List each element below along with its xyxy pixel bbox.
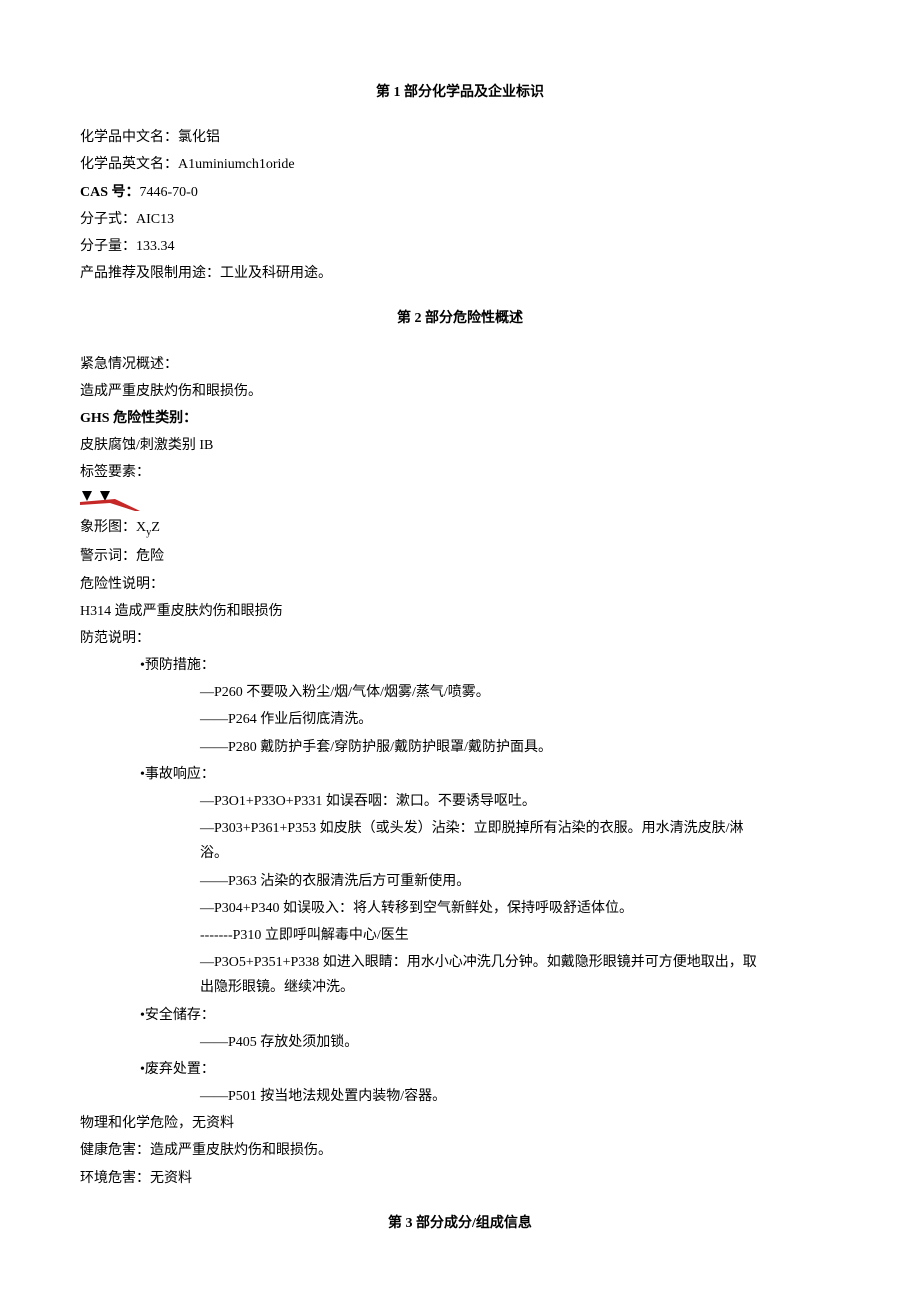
mw-value: 133.34 [136,239,175,254]
response-item: —P304+P340 如误吸入：将人转移到空气新鲜处，保持呼吸舒适体位。 [80,896,840,921]
env-label: 环境危害： [80,1171,150,1186]
prevention-item: ——P264 作业后彻底清洗。 [80,707,840,732]
use-label: 产品推荐及限制用途： [80,266,220,281]
ghs-label: GHS 危险性类别： [80,406,840,431]
response-item: —P3O5+P351+P338 如进入眼睛：用水小心冲洗几分钟。如戴隐形眼镜并可… [80,950,840,1000]
cas-line: CAS 号：7446-70-0 [80,180,840,205]
formula-label: 分子式： [80,212,136,227]
cas-label: CAS 号： [80,185,140,200]
ghs-text: 皮肤腐蚀/刺激类别 IB [80,433,840,458]
emergency-label: 紧急情况概述： [80,352,840,377]
prevention-item: ——P280 戴防护手套/穿防护服/戴防护眼罩/戴防护面具。 [80,735,840,760]
name-cn-line: 化学品中文名：氯化铝 [80,125,840,150]
precaution-label: 防范说明： [80,626,840,651]
section2-title: 第 2 部分危险性概述 [80,306,840,331]
section3-title: 第 3 部分成分/组成信息 [80,1211,840,1236]
health-value: 造成严重皮肤灼伤和眼损伤。 [150,1143,332,1158]
mw-label: 分子量： [80,239,136,254]
response-label: •事故响应： [80,762,840,787]
health-line: 健康危害：造成严重皮肤灼伤和眼损伤。 [80,1138,840,1163]
use-value: 工业及科研用途。 [220,266,332,281]
section1-title: 第 1 部分化学品及企业标识 [80,80,840,105]
phys-chem-label: 物理和化学危险， [80,1116,192,1131]
name-cn-label: 化学品中文名： [80,130,178,145]
pictogram-label: 象形图： [80,520,136,535]
storage-item: ——P405 存放处须加锁。 [80,1030,840,1055]
mw-line: 分子量：133.34 [80,234,840,259]
prevention-item: —P260 不要吸入粉尘/烟/气体/烟雾/蒸气/喷雾。 [80,680,840,705]
pictogram-value: XyZ [136,520,160,535]
health-label: 健康危害： [80,1143,150,1158]
formula-value: AIC13 [136,212,174,227]
phys-chem-line: 物理和化学危险，无资料 [80,1111,840,1136]
label-elements-label: 标签要素： [80,460,840,485]
name-en-value: A1uminiumch1oride [178,157,295,172]
name-en-label: 化学品英文名： [80,157,178,172]
prevention-label: •预防措施： [80,653,840,678]
name-cn-value: 氯化铝 [178,130,220,145]
ghs-pictogram-image [80,487,840,512]
corrosion-icon [80,489,140,511]
formula-line: 分子式：AIC13 [80,207,840,232]
name-en-line: 化学品英文名：A1uminiumch1oride [80,152,840,177]
hazard-statement-text: H314 造成严重皮肤灼伤和眼损伤 [80,599,840,624]
emergency-text: 造成严重皮肤灼伤和眼损伤。 [80,379,840,404]
pictogram-line: 象形图：XyZ [80,515,840,543]
disposal-label: •废弃处置： [80,1057,840,1082]
use-line: 产品推荐及限制用途：工业及科研用途。 [80,261,840,286]
env-line: 环境危害：无资料 [80,1166,840,1191]
signal-label: 警示词： [80,549,136,564]
signal-line: 警示词：危险 [80,544,840,569]
hazard-statement-label: 危险性说明： [80,572,840,597]
response-item: —P3O1+P33O+P331 如误吞咽：漱口。不要诱导呕吐。 [80,789,840,814]
disposal-item: ——P501 按当地法规处置内装物/容器。 [80,1084,840,1109]
env-value: 无资料 [150,1171,192,1186]
cas-value: 7446-70-0 [140,185,198,200]
phys-chem-value: 无资料 [192,1116,234,1131]
signal-value: 危险 [136,549,164,564]
response-item: —P303+P361+P353 如皮肤（或头发）沾染：立即脱掉所有沾染的衣服。用… [80,816,840,866]
storage-label: •安全储存： [80,1003,840,1028]
response-item: ——P363 沾染的衣服清洗后方可重新使用。 [80,869,840,894]
response-item: -------P310 立即呼叫解毒中心/医生 [80,923,840,948]
